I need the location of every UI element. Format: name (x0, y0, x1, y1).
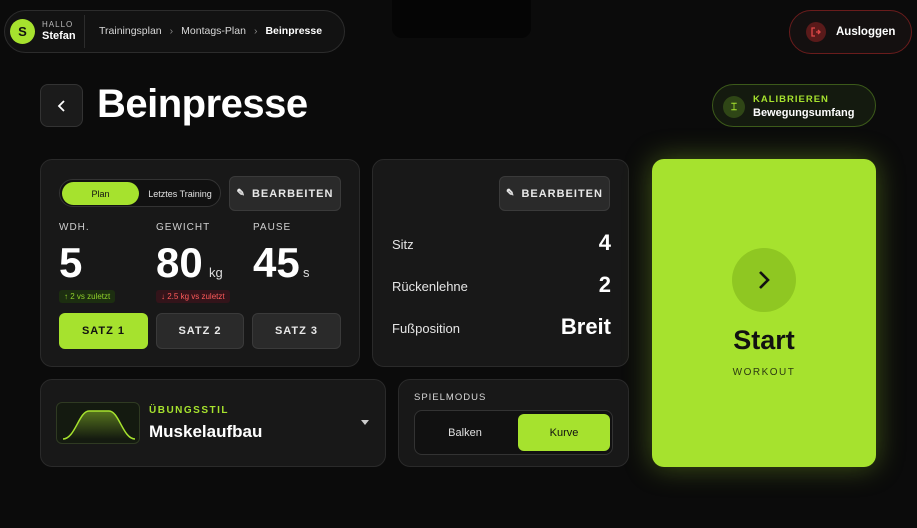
stat-reps-label: WDH. (59, 222, 90, 233)
style-label: ÜBUNGSSTIL (149, 405, 229, 416)
avatar[interactable]: S (10, 19, 35, 44)
start-label: Start (733, 325, 795, 355)
stat-weight-unit: kg (209, 265, 223, 280)
user-greeting: HALLO (42, 20, 74, 29)
breadcrumb: Trainingsplan › Montags-Plan › Beinpress… (99, 25, 322, 37)
pencil-icon: ✎ (236, 188, 246, 199)
stat-pause-value: 45 (253, 239, 300, 286)
breadcrumb-separator: › (169, 25, 174, 37)
chevron-left-icon (57, 99, 65, 112)
setting-backrest-label: Rückenlehne (392, 279, 468, 294)
setting-foot-label: Fußposition (392, 321, 460, 336)
stat-reps-delta: ↑ 2 vs zuletzt (59, 290, 116, 303)
page-title: Beinpresse (97, 82, 308, 126)
breadcrumb-divider (84, 15, 85, 48)
set-3-button[interactable]: SATZ 3 (252, 313, 341, 349)
calibrate-subtitle: Bewegungsumfang (753, 107, 855, 119)
plan-edit-button[interactable]: ✎ BEARBEITEN (229, 176, 341, 211)
range-icon: ⌶ (723, 96, 745, 118)
setting-backrest-value: 2 (598, 272, 611, 297)
calibrate-title: KALIBRIEREN (753, 94, 829, 105)
tab-plan[interactable]: Plan (62, 182, 139, 205)
gamemode-option-balken[interactable]: Balken (417, 414, 513, 451)
user-name: Stefan (42, 30, 76, 42)
chevron-right-icon (759, 271, 770, 289)
gamemode-label: SPIELMODUS (414, 392, 487, 403)
calibrate-button[interactable]: ⌶ KALIBRIEREN Bewegungsumfang (712, 84, 876, 127)
dropdown-caret-icon (361, 420, 369, 425)
settings-edit-button[interactable]: ✎ BEARBEITEN (499, 176, 610, 211)
start-workout-button[interactable]: Start WORKOUT (652, 159, 876, 467)
stat-pause-label: PAUSE (253, 222, 292, 233)
breadcrumb-item-montags-plan[interactable]: Montags-Plan (181, 25, 246, 37)
tab-last-training[interactable]: Letztes Training (141, 182, 219, 205)
stat-weight-value: 80 (156, 239, 203, 286)
setting-seat-label: Sitz (392, 237, 414, 252)
breadcrumb-item-current: Beinpresse (265, 25, 323, 37)
breadcrumb-separator: › (253, 25, 258, 37)
set-1-button[interactable]: SATZ 1 (59, 313, 148, 349)
style-value: Muskelaufbau (149, 422, 263, 441)
start-arrow-circle (732, 248, 796, 312)
stat-weight-delta: ↓ 2.5 kg vs zuletzt (156, 290, 230, 303)
logout-icon (806, 22, 826, 42)
logout-label: Ausloggen (836, 26, 896, 38)
start-sublabel: WORKOUT (732, 367, 796, 378)
logout-button[interactable]: Ausloggen (789, 10, 912, 54)
gamemode-option-kurve[interactable]: Kurve (518, 414, 610, 451)
plan-edit-label: BEARBEITEN (251, 187, 334, 200)
back-button[interactable] (40, 84, 83, 127)
style-curve-preview (56, 402, 140, 444)
breadcrumb-item-trainingsplan[interactable]: Trainingsplan (99, 25, 162, 37)
stat-reps-value: 5 (59, 239, 83, 286)
setting-seat-value: 4 (598, 230, 611, 255)
stat-pause-unit: s (303, 265, 310, 280)
exercise-style-select[interactable]: ÜBUNGSSTIL Muskelaufbau (40, 379, 386, 467)
pencil-icon: ✎ (506, 188, 516, 199)
set-2-button[interactable]: SATZ 2 (156, 313, 244, 349)
top-notch (392, 0, 531, 38)
stat-weight-label: GEWICHT (156, 222, 211, 233)
setting-foot-value: Breit (560, 314, 611, 339)
settings-edit-label: BEARBEITEN (521, 187, 603, 200)
